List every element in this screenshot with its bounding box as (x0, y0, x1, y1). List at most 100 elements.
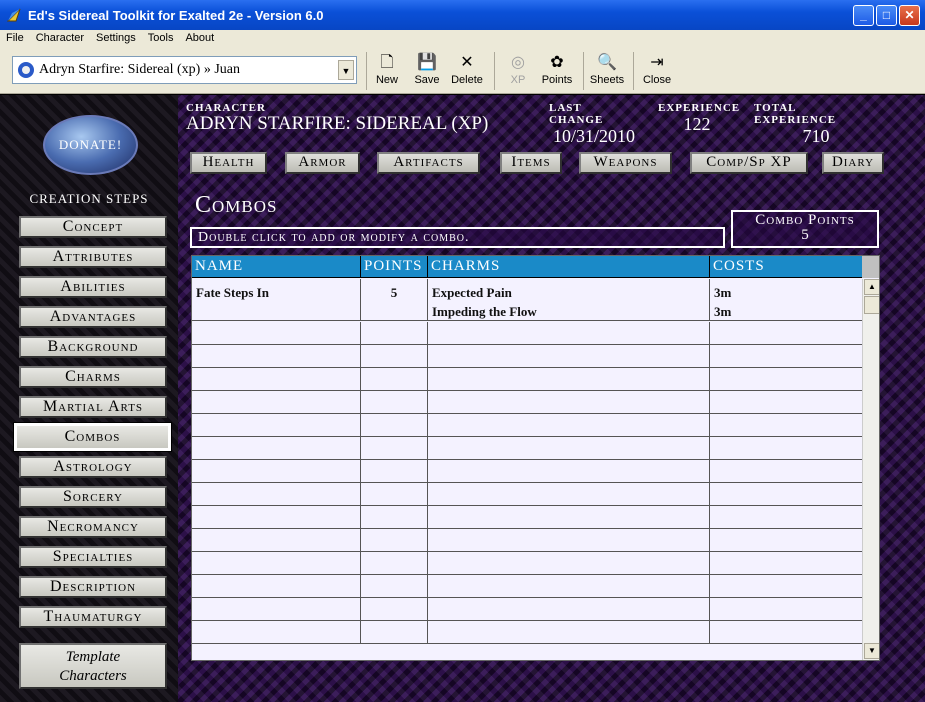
empty-row[interactable] (192, 598, 862, 621)
empty-cell (361, 483, 428, 505)
empty-row[interactable] (192, 483, 862, 506)
combos-grid[interactable]: NAME POINTS CHARMS COSTS Fate Steps In 5… (191, 255, 880, 661)
sheets-button[interactable]: 🔍 Sheets (588, 52, 626, 90)
grid-body: Fate Steps In 5 Expected Pain Impeding t… (192, 279, 862, 660)
chevron-down-icon[interactable]: ▼ (338, 60, 354, 80)
close-button[interactable]: ⇥ Close (641, 52, 673, 90)
column-header-name[interactable]: NAME (192, 256, 361, 278)
vertical-scrollbar[interactable]: ▲ ▼ (862, 279, 879, 660)
step-attributes[interactable]: Attributes (19, 246, 167, 268)
window-title: Ed's Sidereal Toolkit for Exalted 2e - V… (28, 7, 324, 23)
empty-cell (361, 529, 428, 551)
character-select-value: Adryn Starfire: Sidereal (xp) » Juan (39, 62, 240, 77)
step-specialties[interactable]: Specialties (19, 546, 167, 568)
maximize-button[interactable]: □ (876, 5, 897, 26)
empty-cell (428, 483, 710, 505)
empty-row[interactable] (192, 345, 862, 368)
scroll-up-button[interactable]: ▲ (864, 279, 879, 295)
scroll-thumb[interactable] (864, 296, 879, 314)
empty-cell (428, 368, 710, 390)
empty-cell (192, 483, 361, 505)
close-window-button[interactable]: ✕ (899, 5, 920, 26)
empty-cell (192, 322, 361, 344)
empty-row[interactable] (192, 575, 862, 598)
column-header-charms[interactable]: CHARMS (428, 256, 710, 278)
column-header-points[interactable]: POINTS (361, 256, 428, 278)
cell-charms: Expected Pain Impeding the Flow (428, 279, 710, 320)
menu-character[interactable]: Character (30, 32, 90, 44)
empty-cell (192, 345, 361, 367)
step-thaumaturgy[interactable]: Thaumaturgy (19, 606, 167, 628)
menu-about[interactable]: About (179, 32, 220, 44)
nav-diary[interactable]: Diary (822, 152, 884, 174)
menu-settings[interactable]: Settings (90, 32, 142, 44)
empty-cell (192, 552, 361, 574)
step-charms[interactable]: Charms (19, 366, 167, 388)
sheets-icon: 🔍 (597, 54, 617, 71)
empty-row[interactable] (192, 391, 862, 414)
empty-cell (428, 598, 710, 620)
close-label: Close (642, 74, 672, 86)
empty-cell (361, 391, 428, 413)
empty-row[interactable] (192, 368, 862, 391)
step-concept[interactable]: Concept (19, 216, 167, 238)
total-experience-value: 710 (802, 126, 830, 146)
empty-row[interactable] (192, 506, 862, 529)
nav-artifacts[interactable]: Artifacts (377, 152, 480, 174)
step-advantages[interactable]: Advantages (19, 306, 167, 328)
empty-cell (428, 460, 710, 482)
nav-comp-sp-xp[interactable]: Comp/Sp XP (690, 152, 808, 174)
empty-cell (361, 414, 428, 436)
empty-cell (361, 322, 428, 344)
step-necromancy[interactable]: Necromancy (19, 516, 167, 538)
empty-cell (428, 529, 710, 551)
empty-row[interactable] (192, 529, 862, 552)
empty-cell (192, 391, 361, 413)
step-martial-arts[interactable]: Martial Arts (19, 396, 167, 418)
scroll-down-button[interactable]: ▼ (864, 643, 879, 659)
delete-button[interactable]: ✕ Delete (448, 52, 486, 90)
empty-row[interactable] (192, 460, 862, 483)
xp-button[interactable]: ◎ XP (503, 52, 533, 90)
empty-cell (192, 529, 361, 551)
combo-points-value: 5 (801, 227, 809, 243)
step-abilities[interactable]: Abilities (19, 276, 167, 298)
column-header-costs[interactable]: COSTS (710, 256, 862, 278)
last-change-label: LAST CHANGE (549, 102, 604, 126)
template-characters-button[interactable]: Template Characters (19, 643, 167, 689)
empty-cell (710, 322, 862, 344)
points-button[interactable]: ✿ Points (539, 52, 575, 90)
donate-button[interactable]: DONATE! (43, 115, 138, 175)
save-button[interactable]: 💾 Save (412, 52, 442, 90)
creation-steps-title: CREATION STEPS (29, 191, 149, 206)
step-description[interactable]: Description (19, 576, 167, 598)
nav-items[interactable]: Items (500, 152, 562, 174)
empty-row[interactable] (192, 552, 862, 575)
step-sorcery[interactable]: Sorcery (19, 486, 167, 508)
empty-cell (192, 414, 361, 436)
empty-cell (192, 460, 361, 482)
table-row[interactable]: Fate Steps In 5 Expected Pain Impeding t… (192, 279, 862, 321)
step-background[interactable]: Background (19, 336, 167, 358)
nav-weapons[interactable]: Weapons (579, 152, 672, 174)
grid-corner (862, 256, 879, 278)
empty-cell (428, 322, 710, 344)
empty-cell (192, 598, 361, 620)
empty-row[interactable] (192, 437, 862, 460)
minimize-button[interactable]: _ (853, 5, 874, 26)
empty-row[interactable] (192, 621, 862, 644)
character-select[interactable]: Adryn Starfire: Sidereal (xp) » Juan ▼ (12, 56, 357, 84)
empty-cell (361, 506, 428, 528)
combo-points-box: Combo Points 5 (731, 210, 879, 248)
step-astrology[interactable]: Astrology (19, 456, 167, 478)
nav-health[interactable]: Health (190, 152, 267, 174)
menu-tools[interactable]: Tools (142, 32, 180, 44)
new-button[interactable]: 🗋 New (372, 52, 402, 90)
menu-file[interactable]: File (0, 32, 30, 44)
delete-label: Delete (451, 74, 483, 86)
new-label: New (375, 74, 398, 86)
empty-row[interactable] (192, 322, 862, 345)
nav-armor[interactable]: Armor (285, 152, 360, 174)
step-combos[interactable]: Combos (13, 422, 172, 452)
empty-row[interactable] (192, 414, 862, 437)
